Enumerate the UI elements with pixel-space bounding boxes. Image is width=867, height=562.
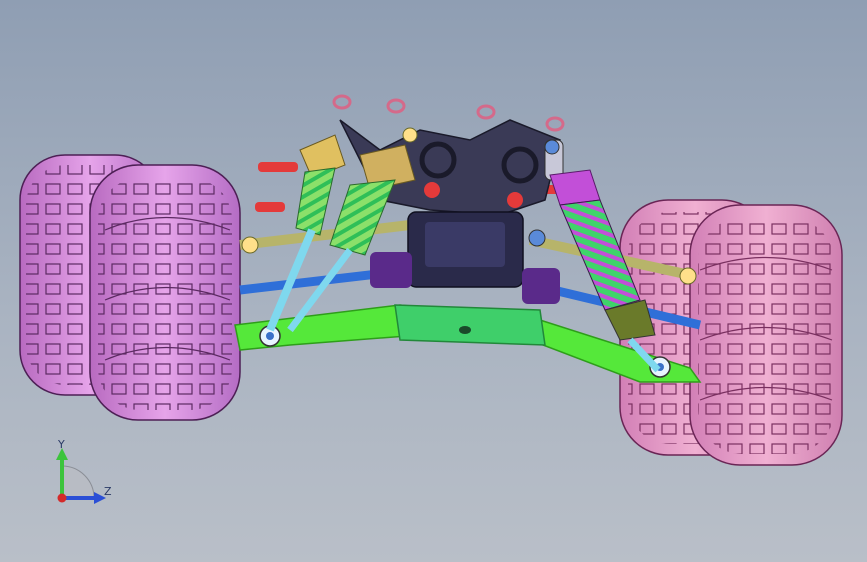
cad-viewport[interactable]: Y Z bbox=[0, 0, 867, 562]
left-front-tire[interactable] bbox=[89, 164, 241, 421]
right-front-tire[interactable] bbox=[689, 204, 843, 466]
y-axis-label: Y bbox=[58, 438, 65, 451]
z-axis-label: Z bbox=[104, 485, 112, 498]
top-eyelets bbox=[332, 94, 565, 132]
x-axis-dot bbox=[57, 493, 67, 503]
triad-graphic bbox=[56, 448, 106, 504]
triad-arc bbox=[61, 465, 95, 499]
axis-triad: Y Z bbox=[40, 438, 130, 518]
truck-model[interactable] bbox=[0, 0, 867, 562]
